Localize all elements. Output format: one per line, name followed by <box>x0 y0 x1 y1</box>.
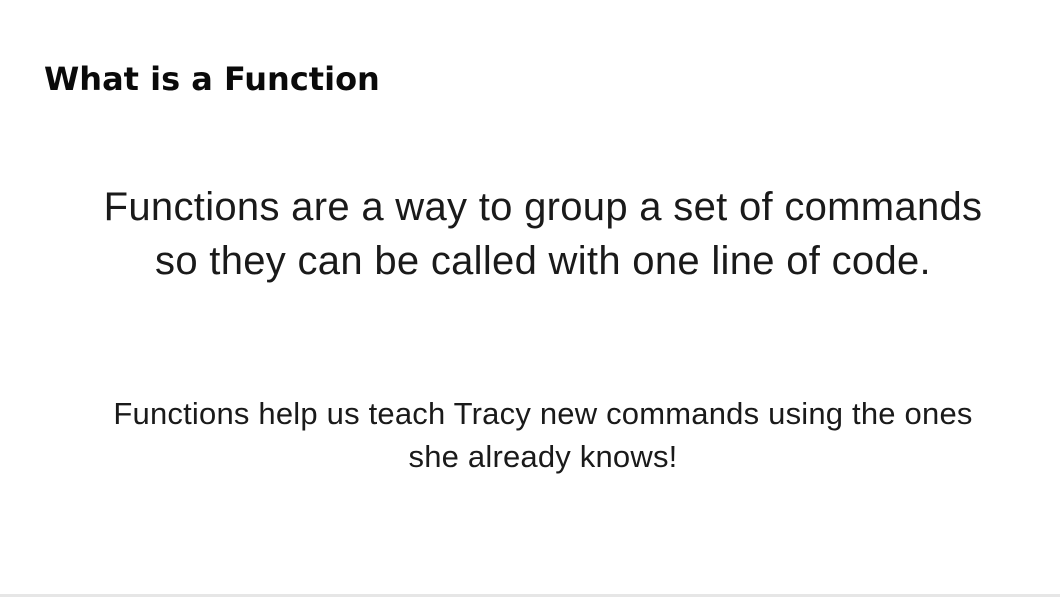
slide-title: What is a Function <box>44 60 380 98</box>
definition-text: Functions are a way to group a set of co… <box>103 185 983 283</box>
slide: What is a Function Functions are a way t… <box>0 0 1060 594</box>
supporting-text: Functions help us teach Tracy new comman… <box>113 396 973 474</box>
